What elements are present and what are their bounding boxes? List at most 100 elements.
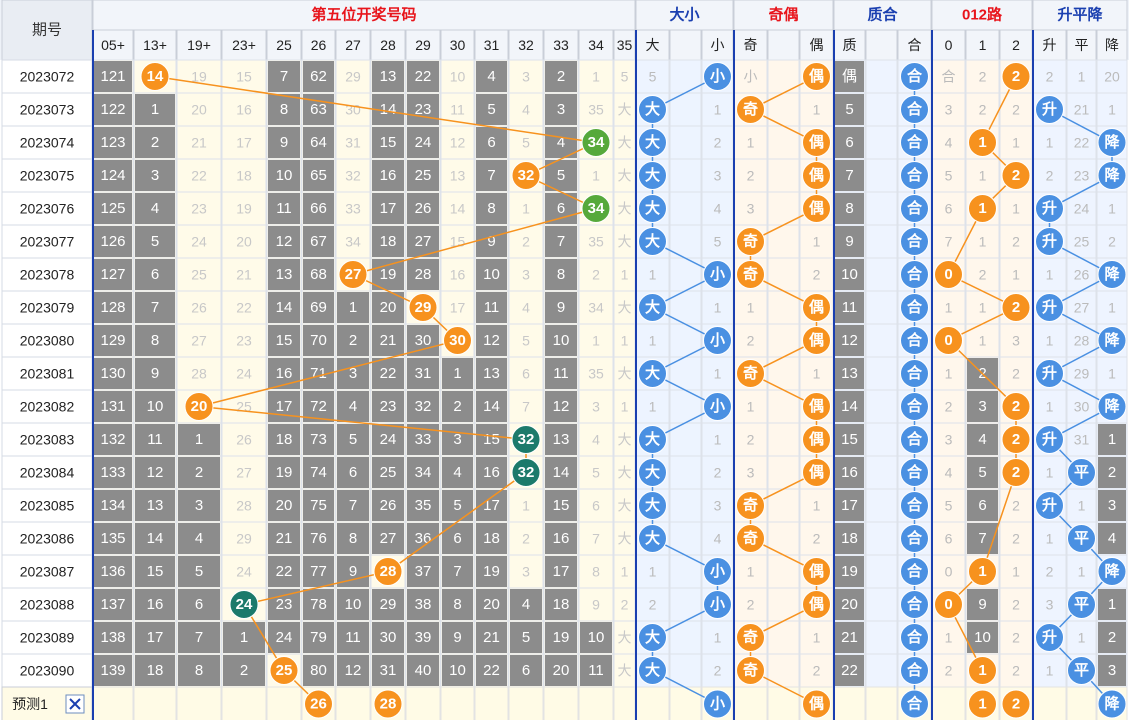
forecast-cell[interactable] — [733, 686, 768, 720]
forecast-cell[interactable] — [133, 686, 177, 720]
big-small-value: 大 — [645, 199, 660, 217]
big-small-value: 小 — [710, 398, 725, 415]
winning-number-value: 28 — [380, 563, 397, 580]
missing-count-value: 22 — [380, 365, 397, 382]
trend-missing-value: 1 — [1046, 267, 1054, 283]
forecast-cell[interactable] — [405, 686, 441, 720]
forecast-cell[interactable] — [635, 686, 670, 720]
missing-count-value: 12 — [276, 233, 293, 250]
grid-cell — [865, 125, 898, 160]
forecast-cell[interactable] — [931, 686, 966, 720]
missing-count-value: 4 — [522, 596, 530, 613]
sub-header-label-12: 32 — [518, 37, 534, 53]
forecast-cell[interactable] — [92, 686, 134, 720]
trend-value: 升 — [1042, 431, 1057, 448]
route-missing-value: 3 — [945, 432, 953, 448]
missing-count-value: 131 — [100, 398, 125, 415]
big-small-value: 小 — [710, 596, 725, 613]
missing-count-value: 14 — [380, 101, 397, 118]
missing-count-value: 20 — [191, 102, 207, 118]
grid-cell — [865, 158, 898, 193]
route-missing-value: 5 — [945, 498, 953, 514]
missing-count-value: 14 — [483, 398, 500, 415]
winning-number-value: 20 — [191, 398, 208, 415]
big-small-value: 大 — [645, 529, 660, 547]
big-small-missing-value: 4 — [714, 531, 722, 547]
missing-count-value: 7 — [280, 68, 288, 85]
trend-missing-value: 28 — [1074, 333, 1090, 349]
route-missing-value: 1 — [979, 234, 987, 250]
missing-count-value: 27 — [191, 333, 207, 349]
grid-cell — [865, 290, 898, 325]
missing-count-value: 大 — [618, 630, 632, 646]
route-missing-value: 3 — [945, 102, 953, 118]
grid-cell — [865, 191, 898, 226]
forecast-cell[interactable] — [1032, 686, 1067, 720]
odd-even-value: 奇 — [743, 496, 758, 514]
missing-count-value: 19 — [236, 201, 252, 217]
odd-even-value: 偶 — [809, 331, 824, 349]
odd-even-value: 偶 — [809, 562, 824, 580]
missing-count-value: 33 — [415, 431, 432, 448]
odd-even-missing-value: 2 — [813, 267, 821, 283]
missing-count-value: 6 — [453, 530, 461, 547]
forecast-cell[interactable] — [1066, 686, 1097, 720]
missing-count-value: 19 — [483, 563, 500, 580]
missing-count-value: 11 — [484, 299, 500, 316]
missing-count-value: 11 — [147, 431, 163, 448]
big-small-missing-value: 3 — [714, 168, 722, 184]
missing-count-value: 22 — [483, 662, 500, 679]
grid-cell — [865, 455, 898, 490]
forecast-cell[interactable] — [335, 686, 371, 720]
route-missing-value: 3 — [978, 398, 986, 415]
forecast-cell[interactable] — [669, 686, 702, 720]
forecast-cell[interactable] — [474, 686, 509, 720]
missing-count-value: 25 — [415, 167, 432, 184]
missing-count-value: 21 — [236, 267, 252, 283]
missing-count-value: 22 — [276, 563, 293, 580]
forecast-cell[interactable] — [543, 686, 579, 720]
missing-count-value: 39 — [415, 629, 432, 646]
grid-cell — [669, 488, 702, 523]
forecast-cell[interactable] — [833, 686, 866, 720]
missing-count-value: 25 — [191, 267, 207, 283]
missing-count-value: 13 — [276, 266, 293, 283]
forecast-cell[interactable] — [578, 686, 614, 720]
forecast-cell[interactable] — [440, 686, 475, 720]
missing-count-value: 1 — [621, 267, 629, 283]
missing-count-value: 7 — [453, 563, 461, 580]
missing-count-value: 19 — [553, 629, 570, 646]
missing-count-value: 17 — [450, 300, 466, 316]
missing-count-value: 5 — [151, 233, 159, 250]
prime-missing-value: 10 — [841, 266, 858, 283]
forecast-cell[interactable] — [176, 686, 222, 720]
missing-count-value: 29 — [345, 69, 361, 85]
missing-count-value: 2 — [349, 332, 357, 349]
trend-missing-value: 3 — [1108, 497, 1116, 514]
missing-count-value: 2 — [522, 234, 530, 250]
forecast-cell[interactable] — [266, 686, 302, 720]
missing-count-value: 29 — [236, 531, 252, 547]
period-label: 2023082 — [20, 399, 75, 415]
forecast-cell[interactable] — [865, 686, 898, 720]
missing-count-value: 2 — [557, 68, 565, 85]
missing-count-value: 1 — [621, 399, 629, 415]
missing-count-value: 30 — [415, 332, 432, 349]
missing-count-value: 24 — [236, 366, 252, 382]
forecast-cell[interactable] — [508, 686, 544, 720]
forecast-cell[interactable] — [613, 686, 636, 720]
route-value: 0 — [944, 332, 952, 349]
missing-count-value: 65 — [310, 167, 327, 184]
route-value: 0 — [944, 266, 952, 283]
missing-count-value: 10 — [147, 398, 164, 415]
missing-count-value: 12 — [483, 332, 500, 349]
odd-even-missing-value: 2 — [813, 531, 821, 547]
group-header-label-2: 奇偶 — [768, 6, 798, 24]
missing-count-value: 5 — [522, 135, 530, 151]
route-value: 2 — [1012, 431, 1020, 448]
missing-count-value: 13 — [147, 497, 164, 514]
grid-cell — [669, 125, 702, 160]
trend-missing-value: 1 — [1046, 399, 1054, 415]
sub-header-label-25: 0 — [945, 37, 953, 53]
forecast-cell[interactable] — [221, 686, 267, 720]
